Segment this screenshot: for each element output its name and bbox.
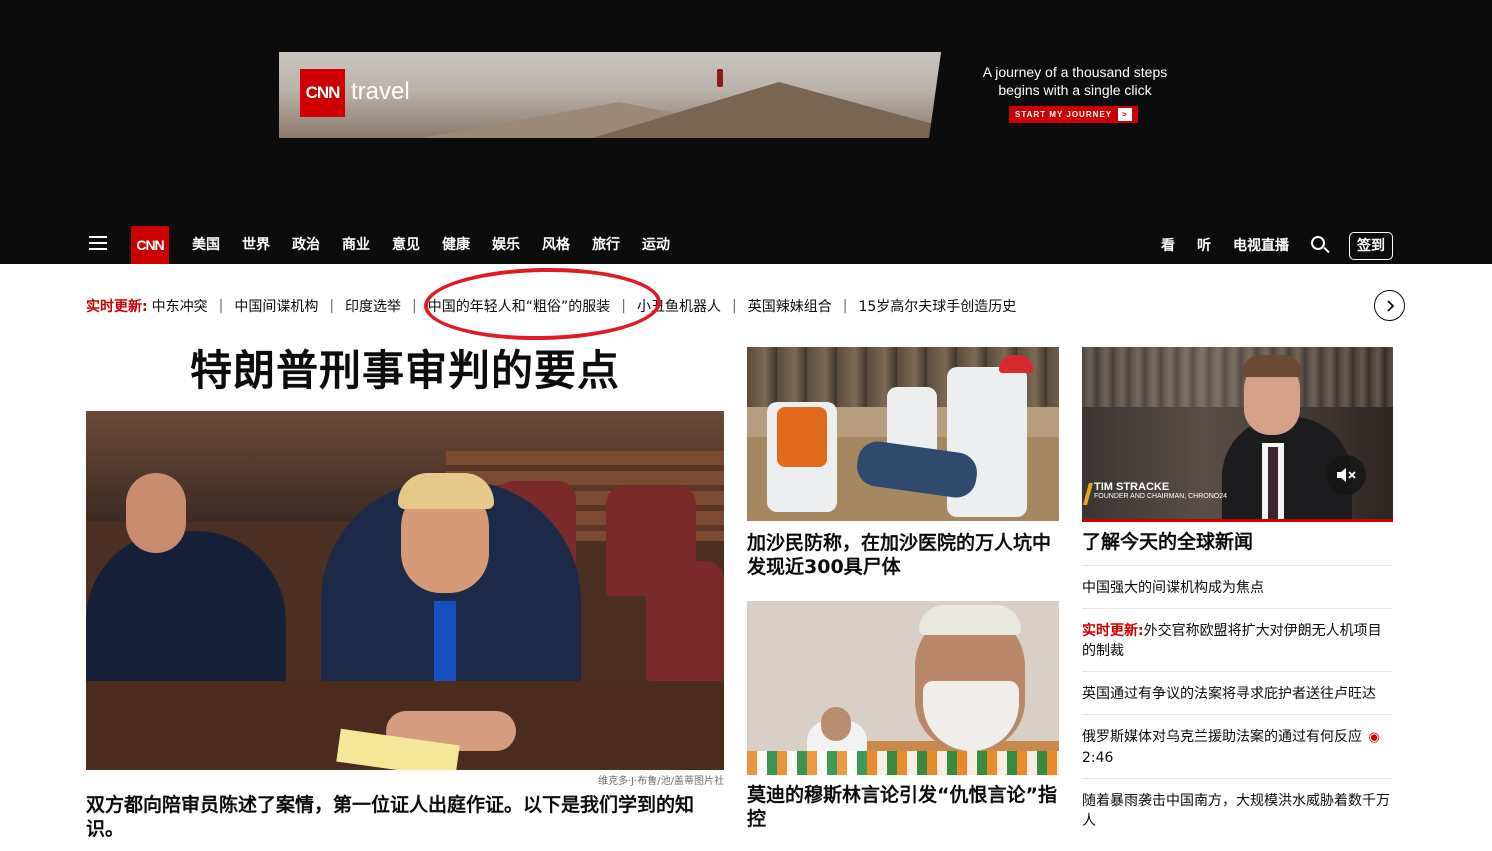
nav-link-politics[interactable]: 政治 xyxy=(292,236,320,254)
ad-hiker-figure xyxy=(717,69,723,87)
main-story-subhead[interactable]: 双方都向陪审员陈述了案情，第一位证人出庭作证。以下是我们学到的知识。 xyxy=(86,793,724,841)
ticker-separator: | xyxy=(842,298,848,314)
trending-ticker: 实时更新: 中东冲突 | 中国间谍机构 | 印度选举 | 中国的年轻人和“粗俗”… xyxy=(86,296,1086,316)
list-item[interactable]: 随着暴雨袭击中国南方，大规模洪水威胁着数千万人 xyxy=(1082,778,1393,841)
right-column-title[interactable]: 了解今天的全球新闻 xyxy=(1082,530,1393,554)
nav-link-business[interactable]: 商业 xyxy=(342,236,370,254)
ticker-separator: | xyxy=(621,298,626,314)
list-item[interactable]: 英国通过有争议的法案将寻求庇护者送往卢旺达 xyxy=(1082,671,1393,714)
main-headline[interactable]: 特朗普刑事审判的要点 xyxy=(86,345,724,397)
cnn-logo[interactable]: CNN xyxy=(131,226,169,264)
list-item[interactable]: 中国强大的间谍机构成为焦点 xyxy=(1082,565,1393,608)
ticker-separator: | xyxy=(218,298,224,314)
gaza-story-photo[interactable] xyxy=(747,347,1059,521)
nav-live-tv-link[interactable]: 电视直播 xyxy=(1233,237,1289,255)
live-update-label: 实时更新: xyxy=(1082,623,1144,639)
video-lower-third: TIM STRACKE FOUNDER AND CHAIRMAN, CHRONO… xyxy=(1083,481,1228,505)
ad-cta-arrow-icon: > xyxy=(1118,108,1132,121)
list-item[interactable]: 实时更新:外交官称欧盟将扩大对伊朗无人机项目的制裁 xyxy=(1082,608,1393,671)
list-item[interactable]: 俄罗斯媒体对乌克兰援助法案的通过有何反应 ◉ 2:46 xyxy=(1082,714,1393,778)
nav-link-style[interactable]: 风格 xyxy=(542,236,570,254)
nav-link-health[interactable]: 健康 xyxy=(442,236,470,254)
cnn-travel-ad[interactable]: CNN travel A journey of a thousand steps… xyxy=(279,52,1201,138)
video-duration: 2:46 xyxy=(1082,750,1114,766)
nav-link-world[interactable]: 世界 xyxy=(242,236,270,254)
modi-story-photo[interactable] xyxy=(747,601,1059,775)
ad-cta-button[interactable]: START MY JOURNEY > xyxy=(1009,106,1138,123)
hamburger-menu-icon[interactable] xyxy=(89,236,107,251)
right-headline-list: 中国强大的间谍机构成为焦点 实时更新:外交官称欧盟将扩大对伊朗无人机项目的制裁 … xyxy=(1082,565,1393,841)
ticker-next-arrow-icon[interactable] xyxy=(1374,290,1405,321)
ticker-item[interactable]: 中国的年轻人和“粗俗”的服装 xyxy=(428,296,611,316)
nav-links: 美国 世界 政治 商业 意见 健康 娱乐 风格 旅行 运动 xyxy=(192,236,692,254)
ad-brand-text: travel xyxy=(351,78,410,105)
search-icon[interactable] xyxy=(1311,236,1331,256)
nav-watch-link[interactable]: 看 xyxy=(1161,237,1175,255)
gaza-story-title[interactable]: 加沙民防称，在加沙医院的万人坑中发现近300具尸体 xyxy=(747,531,1059,579)
ad-copy: A journey of a thousand steps begins wit… xyxy=(982,64,1168,98)
nav-right: 看 听 电视直播 签到 xyxy=(1139,232,1393,260)
photo-credit: 维克多·J·布鲁/池/盖蒂图片社 xyxy=(597,776,724,787)
video-speaker-name: TIM STRACKE xyxy=(1094,481,1170,493)
ticker-item[interactable]: 中国间谍机构 xyxy=(234,296,318,316)
ticker-item[interactable]: 印度选举 xyxy=(345,296,401,316)
nav-link-travel[interactable]: 旅行 xyxy=(592,236,620,254)
nav-link-sports[interactable]: 运动 xyxy=(642,236,670,254)
nav-link-opinion[interactable]: 意见 xyxy=(392,236,420,254)
video-player[interactable]: TIM STRACKE FOUNDER AND CHAIRMAN, CHRONO… xyxy=(1082,347,1393,519)
ad-cnn-logo: CNN xyxy=(300,69,345,117)
ticker-item[interactable]: 小丑鱼机器人 xyxy=(637,296,721,316)
video-progress-bar xyxy=(1082,519,1393,522)
ticker-separator: | xyxy=(732,298,737,314)
ticker-label: 实时更新: xyxy=(86,299,148,315)
video-play-icon: ◉ xyxy=(1368,730,1380,745)
main-story-photo[interactable] xyxy=(86,411,724,770)
mute-icon[interactable] xyxy=(1326,455,1366,495)
modi-story-title[interactable]: 莫迪的穆斯林言论引发“仇恨言论”指控 xyxy=(747,783,1059,831)
nav-link-entertainment[interactable]: 娱乐 xyxy=(492,236,520,254)
ticker-item[interactable]: 15岁高尔夫球手创造历史 xyxy=(858,296,1016,316)
nav-link-us[interactable]: 美国 xyxy=(192,236,220,254)
ticker-separator: | xyxy=(412,298,417,314)
main-nav: CNN 美国 世界 政治 商业 意见 健康 娱乐 风格 旅行 运动 看 听 电视… xyxy=(0,224,1492,264)
sign-in-button[interactable]: 签到 xyxy=(1349,232,1393,260)
nav-listen-link[interactable]: 听 xyxy=(1197,237,1211,255)
ticker-item[interactable]: 英国辣妹组合 xyxy=(748,296,832,316)
video-speaker-role: FOUNDER AND CHAIRMAN, CHRONO24 xyxy=(1094,493,1228,500)
ticker-item[interactable]: 中东冲突 xyxy=(152,296,208,316)
ticker-separator: | xyxy=(329,298,335,314)
